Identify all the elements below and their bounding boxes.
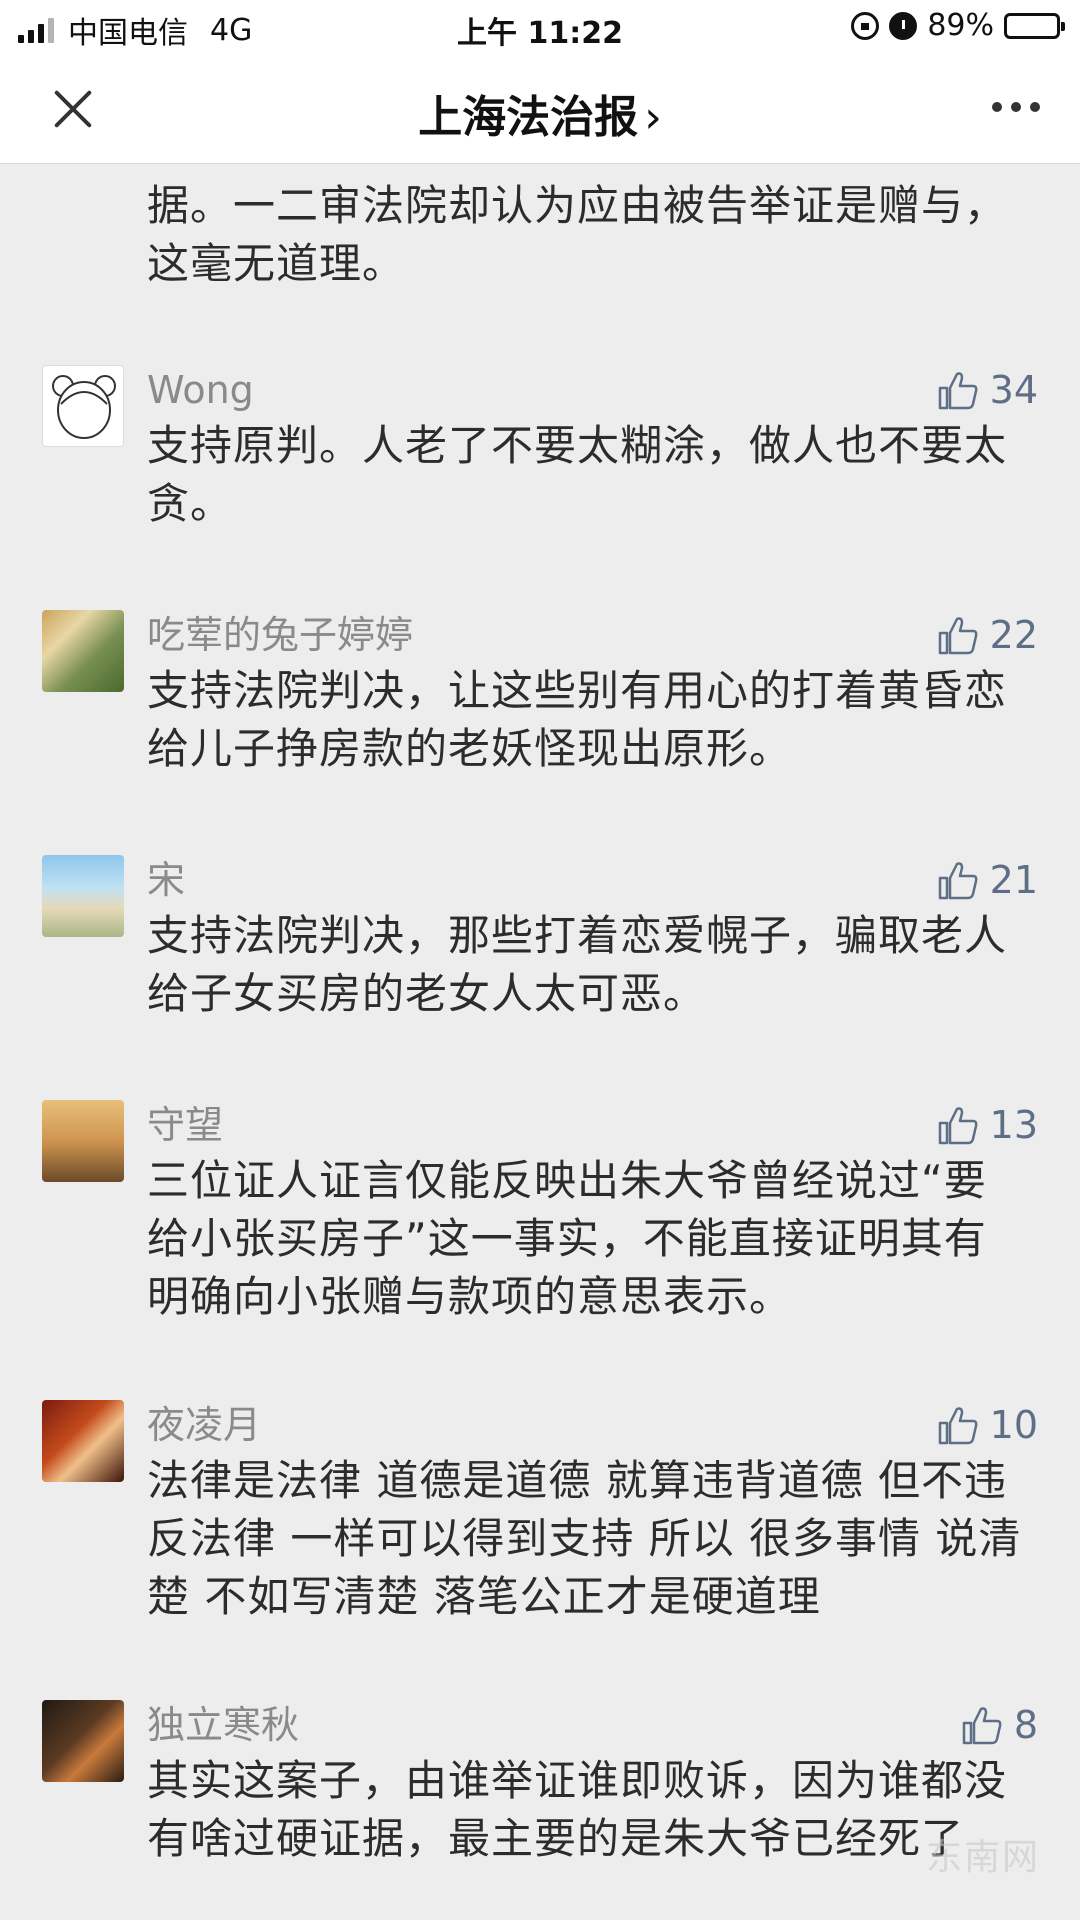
- avatar-sketch-icon: [52, 375, 116, 439]
- comment-text: 其实这案子，由谁举证谁即败诉，因为谁都没有啥过硬证据，最主要的是朱大爷已经死了: [147, 1756, 1008, 1863]
- thumbs-up-icon: [938, 372, 978, 410]
- like-count: 8: [1013, 1703, 1038, 1747]
- like-count: 21: [989, 858, 1038, 902]
- battery-icon: [1004, 12, 1065, 39]
- comment-text: 法律是法律 道德是道德 就算违背道德 但不违反法律 一样可以得到支持 所以 很多…: [147, 1456, 1022, 1621]
- status-bar: 中国电信 4G 上午 11:22 89%: [0, 0, 1080, 54]
- like-button[interactable]: 8: [960, 1700, 1038, 1750]
- avatar[interactable]: [42, 1400, 124, 1482]
- like-button[interactable]: 10: [936, 1400, 1038, 1450]
- comments-list[interactable]: 据。一二审法院却认为应由被告举证是赠与，这毫无道理。 Wong 34 支持原判。…: [0, 165, 1080, 1920]
- comment-username[interactable]: 宋: [147, 855, 185, 905]
- battery-percent: 89%: [927, 8, 994, 43]
- comment-username[interactable]: 独立寒秋: [147, 1700, 299, 1750]
- watermark: 东南网: [925, 1837, 1040, 1878]
- like-count: 22: [989, 613, 1038, 657]
- comment-username[interactable]: 夜凌月: [147, 1400, 261, 1450]
- rotation-lock-icon: [851, 11, 880, 40]
- comment-username[interactable]: 守望: [147, 1100, 223, 1150]
- like-button[interactable]: 13: [936, 1100, 1038, 1150]
- like-count: 13: [989, 1103, 1038, 1147]
- more-icon[interactable]: [992, 102, 1040, 112]
- account-title: 上海法治报: [418, 92, 639, 143]
- comment-text: 三位证人证言仅能反映出朱大爷曾经说过“要给小张买房子”这一事实，不能直接证明其有…: [147, 1156, 987, 1321]
- comment-username[interactable]: 吃荤的兔子婷婷: [147, 610, 413, 660]
- previous-comment-text: 据。一二审法院却认为应由被告举证是赠与，这毫无道理。: [147, 181, 1008, 288]
- like-button[interactable]: 21: [936, 855, 1038, 905]
- like-count: 34: [989, 368, 1038, 412]
- thumbs-up-icon: [938, 617, 978, 655]
- comment-username[interactable]: Wong: [147, 365, 254, 415]
- like-count: 10: [989, 1403, 1038, 1447]
- nav-bar: 上海法治报 ›: [0, 54, 1080, 164]
- like-button[interactable]: 22: [936, 610, 1038, 660]
- chevron-right-icon: ›: [644, 92, 662, 143]
- avatar[interactable]: [42, 610, 124, 692]
- alarm-icon: [889, 11, 918, 40]
- app: 中国电信 4G 上午 11:22 89% 上海法治报 › 据。一二审法院却认为应由…: [0, 0, 1080, 1920]
- thumbs-up-icon: [938, 862, 978, 900]
- comment-text: 支持法院判决，让这些别有用心的打着黄昏恋给儿子挣房款的老妖怪现出原形。: [147, 666, 1008, 773]
- comment-text: 支持原判。人老了不要太糊涂，做人也不要太贪。: [147, 421, 1008, 528]
- thumbs-up-icon: [938, 1407, 978, 1445]
- status-right: 89%: [851, 8, 1065, 43]
- thumbs-up-icon: [938, 1107, 978, 1145]
- avatar[interactable]: [42, 855, 124, 937]
- account-title-button[interactable]: 上海法治报 ›: [0, 81, 1080, 145]
- comment-text: 支持法院判决，那些打着恋爱幌子，骗取老人给子女买房的老女人太可恶。: [147, 911, 1008, 1018]
- avatar[interactable]: [42, 365, 124, 447]
- avatar[interactable]: [42, 1700, 124, 1782]
- avatar[interactable]: [42, 1100, 124, 1182]
- like-button[interactable]: 34: [936, 365, 1038, 415]
- thumbs-up-icon: [962, 1707, 1002, 1745]
